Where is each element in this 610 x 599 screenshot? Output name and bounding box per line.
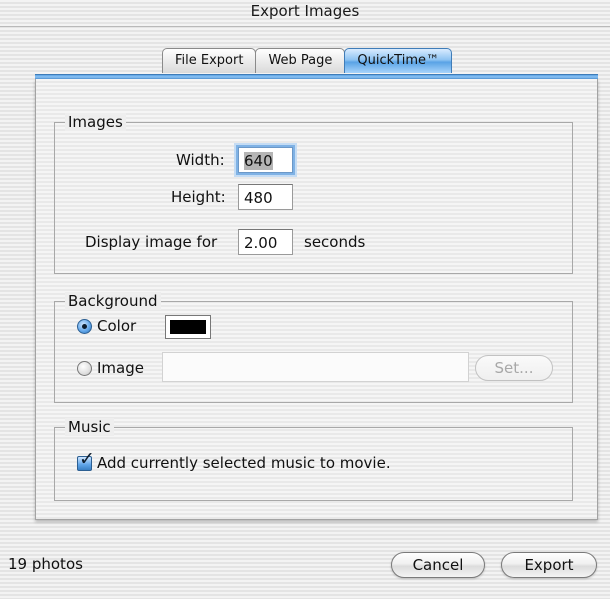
tab-file-export[interactable]: File Export: [162, 48, 257, 73]
background-group: Background Color Image Set...: [54, 292, 573, 403]
height-field[interactable]: 480: [238, 184, 293, 210]
images-group-label: Images: [65, 113, 126, 131]
tab-bar-underline: [35, 74, 598, 79]
image-radio-label[interactable]: Image: [97, 357, 144, 379]
tab-bar: File Export Web Page QuickTime™: [162, 48, 452, 74]
set-image-button[interactable]: Set...: [475, 355, 553, 381]
tab-content-panel: Images Width: 640 Height: 480 Display im…: [35, 79, 598, 520]
width-field[interactable]: 640: [238, 147, 293, 173]
background-image-path-field[interactable]: [162, 352, 469, 382]
export-button[interactable]: Export: [501, 552, 597, 578]
background-color-well[interactable]: [165, 315, 211, 339]
add-music-label[interactable]: Add currently selected music to movie.: [97, 452, 391, 474]
music-group: Music ✓ Add currently selected music to …: [54, 418, 573, 501]
display-duration-field[interactable]: 2.00: [238, 229, 293, 255]
window-title: Export Images: [250, 2, 360, 20]
width-value: 640: [244, 152, 273, 170]
tab-quicktime[interactable]: QuickTime™: [344, 48, 452, 73]
images-group: Images Width: 640 Height: 480 Display im…: [54, 113, 573, 274]
width-label: Width:: [176, 151, 225, 169]
photo-count: 19 photos: [8, 555, 83, 573]
tab-web-page[interactable]: Web Page: [255, 48, 346, 73]
display-image-label: Display image for: [85, 233, 218, 251]
music-group-label: Music: [65, 418, 114, 436]
seconds-label: seconds: [304, 233, 366, 251]
color-well-swatch: [170, 320, 206, 334]
color-radio-label[interactable]: Color: [97, 315, 136, 337]
cancel-button[interactable]: Cancel: [391, 552, 485, 578]
checkmark-icon: ✓: [79, 448, 95, 470]
add-music-checkbox[interactable]: ✓: [77, 450, 95, 471]
background-group-label: Background: [65, 292, 161, 310]
title-separator: [0, 26, 610, 27]
height-label: Height:: [171, 188, 226, 206]
image-radio[interactable]: [77, 361, 92, 376]
color-radio[interactable]: [77, 319, 92, 334]
